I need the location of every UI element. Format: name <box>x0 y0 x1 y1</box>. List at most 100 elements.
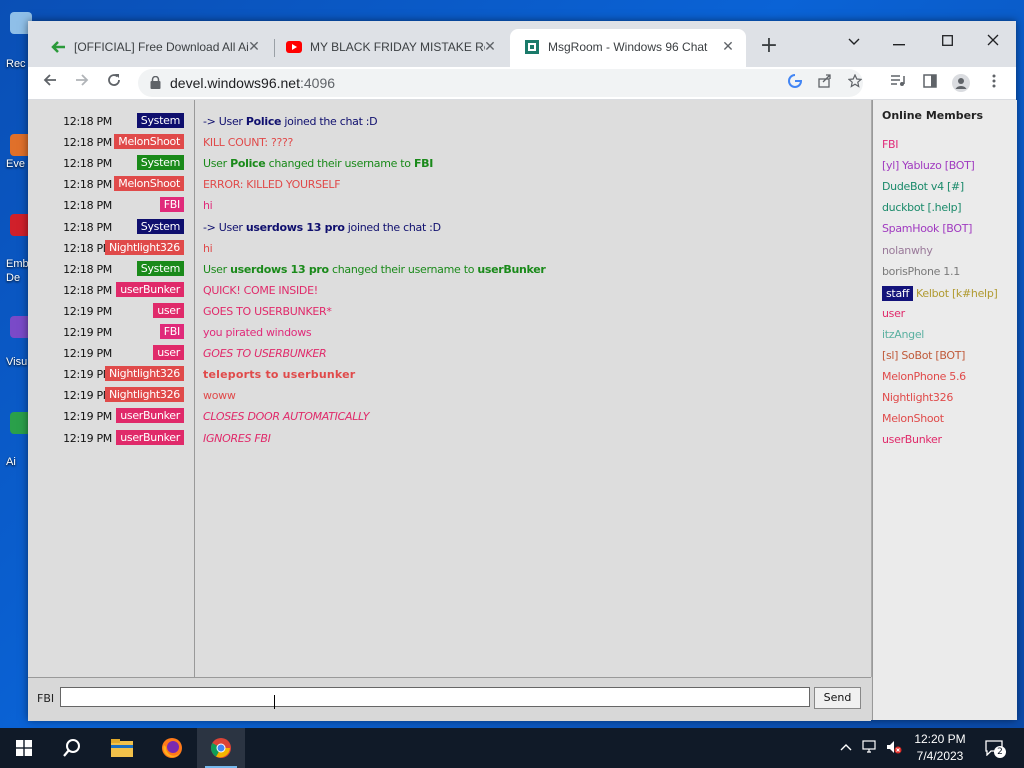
message-username[interactable]: System <box>136 218 184 234</box>
member-item[interactable]: MelonPhone 5.6 <box>882 370 966 388</box>
tab-msgroom[interactable]: MsgRoom - Windows 96 Chat ✕ <box>510 29 746 67</box>
message-username[interactable]: userBunker <box>116 429 184 445</box>
tray-overflow-chevron-icon[interactable] <box>838 740 854 756</box>
message-input-bar: FBI Send <box>28 677 871 721</box>
reload-button[interactable] <box>102 71 126 95</box>
volume-muted-icon[interactable] <box>886 740 902 756</box>
message-username[interactable]: userBunker <box>116 281 184 297</box>
message-username[interactable]: System <box>136 260 184 276</box>
desktop-icon-label: Ai <box>6 456 16 468</box>
member-item[interactable]: duckbot [.help] <box>882 201 962 219</box>
message-time: 12:18 PM <box>63 199 112 213</box>
send-button[interactable]: Send <box>814 687 861 709</box>
message-highlight: Police <box>230 157 266 171</box>
message-fragment: CLOSES DOOR AUTOMATICALLY <box>203 410 370 424</box>
chat-message: 12:19 PM Nightlight326 woww <box>28 384 871 405</box>
message-username[interactable]: Nightlight326 <box>104 239 184 255</box>
close-icon[interactable]: ✕ <box>482 38 498 54</box>
start-button[interactable] <box>0 728 48 768</box>
message-username[interactable]: FBI <box>159 324 184 339</box>
member-item[interactable]: staff Kelbot [k#help] <box>882 285 998 304</box>
taskbar-clock[interactable]: 12:20 PM 7/4/2023 <box>908 731 972 765</box>
message-fragment: changed their username to <box>328 262 478 276</box>
side-panel-icon[interactable] <box>921 74 939 92</box>
back-button[interactable] <box>38 71 62 95</box>
new-tab-button[interactable]: + <box>758 35 780 58</box>
tab-download[interactable]: [OFFICIAL] Free Download All Ai ✕ <box>36 29 272 67</box>
message-username[interactable]: MelonShoot <box>114 134 184 150</box>
message-time: 12:18 PM <box>63 115 112 128</box>
message-fragment: hi <box>203 241 213 255</box>
maximize-button[interactable] <box>932 27 962 55</box>
msgroom-icon <box>525 40 539 54</box>
media-icon[interactable] <box>889 74 907 92</box>
profile-icon[interactable] <box>952 74 970 92</box>
member-name: SpamHook [BOT] <box>882 222 973 236</box>
message-fragment: joined the chat :D <box>281 115 378 128</box>
chat-message: 12:18 PM userBunker QUICK! COME INSIDE! <box>28 279 871 300</box>
address-bar[interactable]: devel.windows96.net:4096 <box>138 69 863 97</box>
message-fragment: teleports to userbunker <box>203 368 356 382</box>
message-input[interactable] <box>60 687 810 707</box>
url-host: devel.windows96.net <box>170 75 300 91</box>
desktop-icon-visu[interactable]: Visu <box>0 316 32 374</box>
member-name: DudeBot v4 [#] <box>882 180 964 194</box>
desktop-icon-eve[interactable]: Eve <box>0 134 32 192</box>
tab-youtube[interactable]: MY BLACK FRIDAY MISTAKE Rene ✕ <box>272 29 508 67</box>
minimize-button[interactable] <box>884 27 914 55</box>
desktop-icon-label: Emb <box>6 258 29 270</box>
close-window-button[interactable] <box>978 27 1008 55</box>
member-item[interactable]: FBI <box>882 138 899 156</box>
google-icon[interactable] <box>786 74 804 92</box>
message-username[interactable]: userBunker <box>116 408 184 424</box>
close-icon[interactable]: ✕ <box>246 38 262 54</box>
message-fragment: you pirated windows <box>203 326 312 339</box>
member-item[interactable]: nolanwhy <box>882 244 933 262</box>
member-name: userBunker <box>882 433 942 447</box>
message-username[interactable]: Nightlight326 <box>104 387 184 403</box>
member-item[interactable]: [yl] Yabluzo [BOT] <box>882 159 975 177</box>
message-username[interactable]: System <box>136 113 184 128</box>
member-item[interactable]: Nightlight326 <box>882 391 953 409</box>
taskbar-file-explorer[interactable] <box>98 728 146 768</box>
member-item[interactable]: user <box>882 307 905 325</box>
chat-log[interactable]: 12:18 PM System -> User Police joined the … <box>28 100 872 677</box>
chevron-down-icon <box>848 38 860 45</box>
message-username[interactable]: Nightlight326 <box>104 366 184 382</box>
member-item[interactable]: SpamHook [BOT] <box>882 222 972 240</box>
message-username[interactable]: System <box>136 155 184 171</box>
network-icon[interactable] <box>862 740 878 756</box>
message-highlight: FBI <box>413 157 434 171</box>
message-time: 12:19 PM <box>63 326 112 339</box>
notifications-button[interactable]: 2 <box>982 740 1006 758</box>
tab-search-button[interactable] <box>839 27 869 55</box>
member-item[interactable]: [sl] SoBot [BOT] <box>882 349 965 367</box>
message-username[interactable]: user <box>153 345 184 361</box>
current-nick: FBI <box>37 692 55 705</box>
forward-button[interactable] <box>70 71 94 95</box>
member-item[interactable]: itzAngel <box>882 328 924 346</box>
member-item[interactable]: MelonShoot <box>882 412 944 430</box>
message-time: 12:19 PM <box>63 304 112 318</box>
share-icon[interactable] <box>816 74 834 92</box>
close-icon[interactable]: ✕ <box>720 38 736 54</box>
desktop-icon-recycle-bin[interactable]: Rec <box>0 12 32 70</box>
message-fragment: -> User <box>203 115 246 128</box>
taskbar-chrome[interactable] <box>197 728 245 768</box>
search-button[interactable] <box>48 728 96 768</box>
member-item[interactable]: DudeBot v4 [#] <box>882 180 964 198</box>
message-highlight: userdows 13 pro <box>245 220 345 234</box>
menu-kebab-icon[interactable] <box>985 74 1003 92</box>
member-item[interactable]: borisPhone 1.1 <box>882 265 960 283</box>
message-username[interactable]: FBI <box>159 197 184 213</box>
chat-message: 12:18 PM MelonShoot ERROR: KILLED YOURSELF <box>28 173 871 194</box>
member-item[interactable]: userBunker <box>882 433 942 451</box>
taskbar-firefox[interactable] <box>148 728 196 768</box>
desktop-icon-emb[interactable]: Emb De <box>0 214 32 284</box>
bookmark-star-icon[interactable] <box>846 73 864 92</box>
message-time: 12:18 PM <box>63 157 112 171</box>
message-username[interactable]: user <box>153 302 184 318</box>
desktop-icon-ai[interactable]: Ai <box>0 412 32 470</box>
message-username[interactable]: MelonShoot <box>114 176 184 192</box>
message-highlight: userBunker <box>477 262 546 276</box>
